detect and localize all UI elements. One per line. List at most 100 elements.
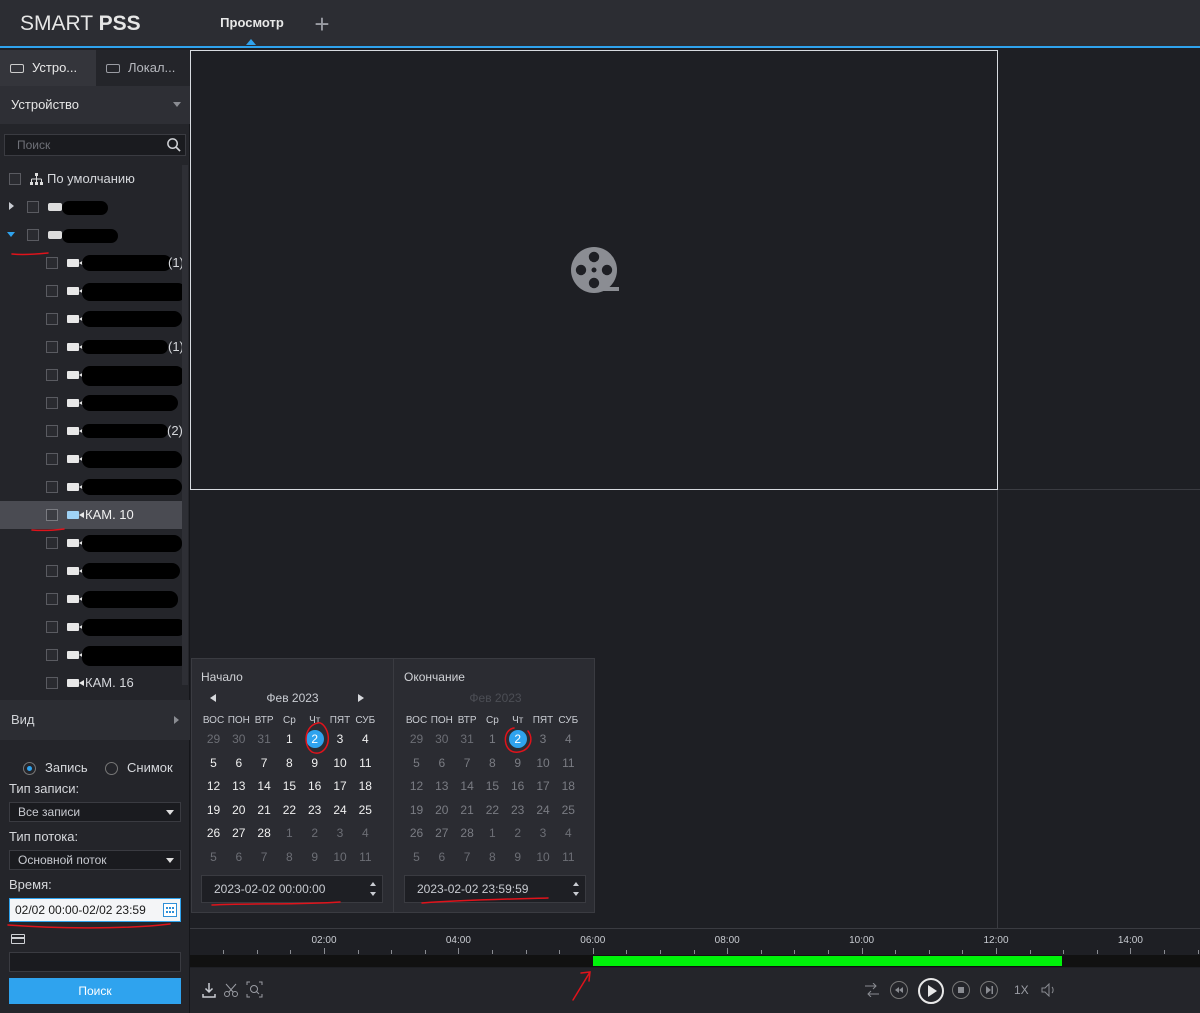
- calendar-day[interactable]: 10: [531, 847, 556, 867]
- search-button[interactable]: Поиск: [9, 978, 181, 1004]
- tree-scrollbar[interactable]: [182, 165, 188, 685]
- checkbox[interactable]: [46, 677, 58, 689]
- calendar-day[interactable]: 9: [302, 753, 327, 773]
- record-type-select[interactable]: Все записи: [9, 802, 181, 822]
- end-datetime-input[interactable]: 2023-02-02 23:59:59: [404, 875, 586, 903]
- download-icon[interactable]: [201, 982, 217, 998]
- calendar-day[interactable]: 24: [328, 800, 353, 820]
- calendar-day[interactable]: 21: [455, 800, 480, 820]
- camera-row[interactable]: [0, 277, 186, 305]
- calendar-day[interactable]: 9: [505, 753, 530, 773]
- calendar-day[interactable]: 4: [556, 823, 581, 843]
- calendar-day[interactable]: 6: [429, 847, 454, 867]
- calendar-day[interactable]: 1: [480, 729, 505, 749]
- calendar-day[interactable]: 26: [201, 823, 226, 843]
- camera-row[interactable]: [0, 361, 184, 389]
- recording-segment[interactable]: [592, 956, 1062, 966]
- checkbox[interactable]: [46, 397, 58, 409]
- checkbox[interactable]: [46, 425, 58, 437]
- scissors-icon[interactable]: [223, 982, 239, 998]
- card-icon[interactable]: [11, 934, 25, 944]
- checkbox[interactable]: [46, 565, 58, 577]
- calendar-day[interactable]: 21: [252, 800, 277, 820]
- radio-record[interactable]: [23, 762, 36, 775]
- camera-row[interactable]: КАМ. 16: [0, 669, 182, 697]
- calendar-day[interactable]: 8: [277, 847, 302, 867]
- calendar-day[interactable]: 18: [353, 776, 378, 796]
- calendar-day[interactable]: 18: [556, 776, 581, 796]
- calendar-day[interactable]: 11: [353, 847, 378, 867]
- camera-row[interactable]: (1): [0, 333, 184, 361]
- calendar-day[interactable]: 13: [226, 776, 251, 796]
- playback-timeline[interactable]: 02:00 04:00 06:00 08:00 10:00 12:00 14:00: [190, 928, 1200, 968]
- calendar-day[interactable]: 3: [328, 729, 353, 749]
- calendar-day[interactable]: 28: [455, 823, 480, 843]
- calendar-day[interactable]: 17: [531, 776, 556, 796]
- sync-icon[interactable]: [864, 983, 880, 997]
- checkbox[interactable]: [46, 621, 58, 633]
- calendar-day[interactable]: 2: [302, 823, 327, 843]
- search-input[interactable]: Поиск: [4, 134, 186, 156]
- expand-icon[interactable]: [9, 202, 14, 210]
- calendar-day[interactable]: 11: [556, 847, 581, 867]
- next-frame-icon[interactable]: [980, 981, 998, 999]
- camera-row[interactable]: [0, 557, 182, 585]
- calendar-day[interactable]: 11: [556, 753, 581, 773]
- calendar-day[interactable]: 8: [480, 847, 505, 867]
- calendar-day[interactable]: 7: [455, 847, 480, 867]
- checkbox[interactable]: [9, 173, 21, 185]
- calendar-day[interactable]: 15: [480, 776, 505, 796]
- view-section[interactable]: Вид: [0, 700, 190, 740]
- calendar-day[interactable]: 20: [226, 800, 251, 820]
- spin-up-icon[interactable]: [573, 882, 579, 886]
- calendar-day[interactable]: 1: [480, 823, 505, 843]
- calendar-day[interactable]: 12: [404, 776, 429, 796]
- camera-row[interactable]: [0, 389, 182, 417]
- camera-row[interactable]: (1): [0, 249, 184, 277]
- checkbox[interactable]: [27, 201, 39, 213]
- camera-row[interactable]: [0, 473, 182, 501]
- card-number-input[interactable]: [9, 952, 181, 972]
- calendar-day[interactable]: 19: [201, 800, 226, 820]
- calendar-day[interactable]: 6: [226, 847, 251, 867]
- calendar-day[interactable]: 23: [302, 800, 327, 820]
- calendar-day[interactable]: 28: [252, 823, 277, 843]
- speed-label[interactable]: 1X: [1014, 983, 1029, 997]
- calendar-day[interactable]: 7: [455, 753, 480, 773]
- tab-local[interactable]: Локал...: [96, 50, 190, 86]
- calendar-day[interactable]: 3: [328, 823, 353, 843]
- calendar-day[interactable]: 31: [455, 729, 480, 749]
- calendar-day[interactable]: 5: [201, 847, 226, 867]
- calendar-day[interactable]: 5: [201, 753, 226, 773]
- calendar-day[interactable]: 31: [252, 729, 277, 749]
- calendar-day[interactable]: 24: [531, 800, 556, 820]
- calendar-day[interactable]: 29: [201, 729, 226, 749]
- checkbox[interactable]: [46, 593, 58, 605]
- calendar-icon[interactable]: [163, 903, 177, 917]
- search-icon[interactable]: [166, 137, 181, 152]
- calendar-day[interactable]: 26: [404, 823, 429, 843]
- calendar-day[interactable]: 1: [277, 823, 302, 843]
- calendar-day[interactable]: 27: [226, 823, 251, 843]
- calendar-day[interactable]: 4: [353, 823, 378, 843]
- camera-row[interactable]: [0, 445, 182, 473]
- play-button[interactable]: [918, 978, 944, 1004]
- calendar-day-selected[interactable]: 2: [505, 729, 530, 749]
- video-pane-selected[interactable]: [190, 50, 998, 490]
- camera-row[interactable]: [0, 613, 186, 641]
- calendar-day[interactable]: 4: [556, 729, 581, 749]
- checkbox[interactable]: [46, 649, 58, 661]
- calendar-day-selected[interactable]: 2: [302, 729, 327, 749]
- tree-root[interactable]: По умолчанию: [0, 165, 182, 193]
- tree-device-2[interactable]: [0, 221, 182, 249]
- calendar-day[interactable]: 22: [277, 800, 302, 820]
- camera-row-selected[interactable]: КАМ. 10: [0, 501, 182, 529]
- stop-icon[interactable]: [952, 981, 970, 999]
- calendar-day[interactable]: 17: [328, 776, 353, 796]
- calendar-day[interactable]: 6: [429, 753, 454, 773]
- calendar-day[interactable]: 19: [404, 800, 429, 820]
- checkbox[interactable]: [46, 453, 58, 465]
- calendar-day[interactable]: 6: [226, 753, 251, 773]
- calendar-day[interactable]: 16: [302, 776, 327, 796]
- calendar-day[interactable]: 7: [252, 753, 277, 773]
